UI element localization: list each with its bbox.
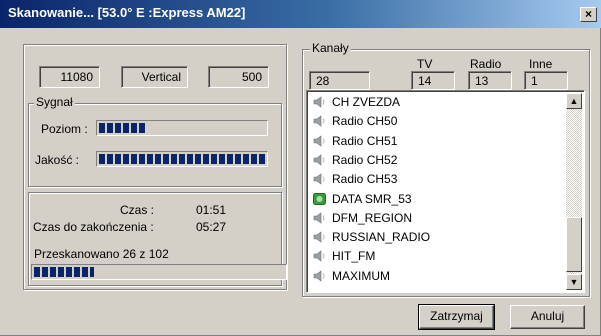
channels-total-field: 28 [309, 71, 370, 90]
channel-name: Radio CH51 [332, 133, 398, 148]
channel-name: CH ZVEZDA [332, 95, 401, 109]
radio-speaker-icon [313, 173, 327, 185]
signal-quality-bar [96, 151, 268, 167]
scroll-thumb[interactable] [566, 217, 582, 272]
polarization-field: Vertical [121, 66, 188, 88]
radio-speaker-icon [313, 231, 327, 243]
channel-name: RUSSIAN_RADIO [332, 230, 431, 245]
scan-progress-fill [34, 267, 94, 277]
signal-group [28, 103, 282, 187]
stop-button[interactable]: Zatrzymaj [418, 304, 495, 330]
channel-list-item[interactable]: Radio CH52 [313, 153, 397, 172]
channel-list-item[interactable]: DATA SMR_53 [313, 192, 412, 211]
col-other-label: Inne [529, 57, 553, 71]
radio-speaker-icon [313, 154, 327, 166]
signal-quality-label: Jakość : [35, 153, 80, 167]
channel-list-item[interactable]: Radio CH51 [313, 134, 397, 153]
channels-tv-field: 14 [411, 71, 455, 90]
channel-list-item[interactable]: Radio CH50 [313, 114, 397, 133]
signal-group-label: Sygnał [34, 95, 75, 109]
channel-name: Radio CH53 [332, 172, 398, 187]
title-bar[interactable]: Skanowanie... [53.0° E :Express AM22] × [0, 0, 601, 28]
channel-list[interactable]: CH ZVEZDA Radio CH50 Radio CH51 Radio CH52 R… [306, 90, 585, 293]
channel-list-item[interactable]: RUSSIAN_RADIO [313, 230, 430, 249]
radio-speaker-icon [313, 270, 327, 282]
scan-dialog: Skanowanie... [53.0° E :Express AM22] × … [0, 0, 601, 336]
remaining-time-label: Czas do zakończenia : [33, 220, 154, 234]
remaining-time-value: 05:27 [196, 220, 227, 234]
scroll-down-button[interactable]: ▼ [566, 274, 582, 290]
radio-speaker-icon [313, 250, 327, 262]
channel-list-item[interactable]: DFM_REGION [313, 211, 412, 230]
elapsed-time-value: 01:51 [196, 203, 227, 217]
signal-level-bar [96, 120, 268, 136]
channels-radio-field: 13 [468, 71, 512, 90]
channel-name: DATA SMR_53 [332, 191, 412, 206]
signal-level-fill [99, 123, 146, 133]
col-radio-label: Radio [470, 57, 502, 71]
scan-progress-bar [31, 264, 287, 280]
channel-name: Radio CH52 [332, 152, 398, 167]
channel-list-scrollbar[interactable]: ▲ ▼ [566, 93, 582, 290]
radio-speaker-icon [313, 115, 327, 127]
channel-name: HIT_FM [332, 249, 376, 264]
channel-name: MAXIMUM [332, 268, 390, 283]
channel-list-item[interactable]: HIT_FM [313, 249, 375, 268]
cancel-button[interactable]: Anuluj [510, 305, 585, 329]
data-channel-icon [313, 192, 327, 205]
radio-speaker-icon [313, 212, 327, 224]
radio-speaker-icon [313, 134, 327, 147]
scroll-up-button[interactable]: ▲ [566, 93, 582, 109]
channels-group-label: Kanały [310, 41, 351, 55]
signal-quality-fill [99, 154, 265, 164]
radio-speaker-icon [313, 96, 327, 108]
elapsed-time-label: Czas : [120, 203, 155, 217]
symbol-rate-field: 500 [208, 66, 269, 88]
col-tv-label: TV [417, 57, 433, 71]
signal-level-label: Poziom : [41, 122, 88, 136]
channel-name: Radio CH50 [332, 114, 398, 129]
channel-name: DFM_REGION [332, 210, 413, 225]
channel-list-item[interactable]: CH ZVEZDA [313, 95, 400, 114]
close-button[interactable]: × [580, 7, 597, 22]
channel-list-item[interactable]: MAXIMUM [313, 269, 390, 288]
channel-list-item[interactable]: Radio CH53 [313, 172, 397, 191]
window-title: Skanowanie... [53.0° E :Express AM22] [8, 5, 246, 20]
channels-other-field: 1 [524, 71, 568, 90]
frequency-field: 11080 [39, 66, 100, 88]
scanned-count-text: Przeskanowano 26 z 102 [34, 247, 169, 261]
